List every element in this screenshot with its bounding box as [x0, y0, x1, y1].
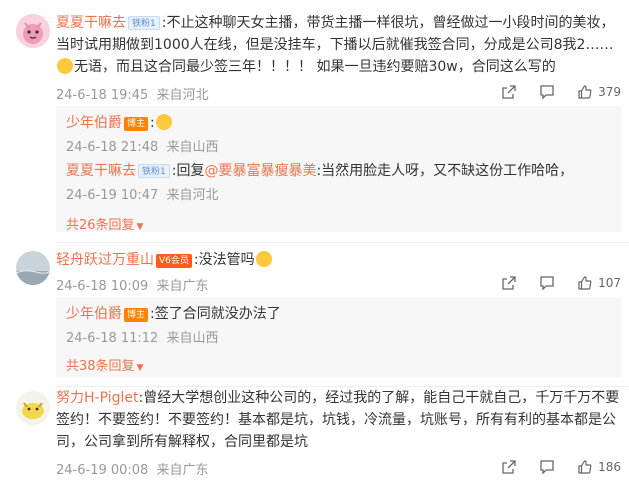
mention-link[interactable]: @要暴富暴瘦暴美	[204, 163, 316, 179]
comment-author[interactable]: 努力H-Piglet	[56, 390, 138, 406]
reply-body: :	[150, 115, 155, 131]
comment-body: :曾经大学想创业这种公司的，经过我的了解，能自己干就自己，千万千万不要签约！不要…	[56, 390, 620, 450]
comment-icon[interactable]	[539, 275, 555, 291]
caret-down-icon: ▼	[136, 222, 144, 232]
comment-item: 夏夏干嘛去 铁粉1:不止这种聊天女主播，带货主播一样很坑，曾经做过一小段时间的美妆…	[0, 0, 629, 233]
more-replies-label: 共26条回复	[66, 218, 135, 233]
fan-badge: 铁粉1	[128, 16, 160, 30]
thumbs-up-icon	[578, 85, 592, 99]
reply-body: :当然用脸走人呀，又不缺这份工作哈哈，	[316, 163, 574, 179]
like-button[interactable]: 186	[577, 459, 621, 475]
author-badge: 博主	[124, 117, 149, 131]
reply-item: 少年伯爵 博主:签了合同就没办法了 24-6-18 11:12 来自山西	[66, 303, 621, 346]
reply-location: 来自山西	[166, 140, 219, 155]
like-button[interactable]: 107	[577, 275, 621, 291]
comment-date: 24-6-18 19:45	[56, 88, 149, 103]
comment-meta: 24-6-18 19:45 来自河北	[56, 84, 209, 103]
comment-body: :没法管吗	[193, 252, 255, 268]
comment-location: 来自广东	[156, 463, 209, 478]
comment-icon[interactable]	[539, 84, 555, 100]
comment-date: 24-6-19 00:08	[56, 463, 149, 478]
caret-down-icon: ▼	[136, 363, 144, 373]
comment-actions: 107	[479, 275, 621, 291]
thumbs-up-icon	[578, 460, 592, 474]
comment-item: 努力H-Piglet:曾经大学想创业这种公司的，经过我的了解，能自己干就自己，千…	[0, 387, 629, 489]
reply-location: 来自河北	[166, 188, 219, 203]
reply-author[interactable]: 少年伯爵	[66, 115, 122, 131]
comment-date: 24-6-18 10:09	[56, 279, 149, 294]
comment-actions: 186	[479, 459, 621, 475]
comment-text: 夏夏干嘛去 铁粉1:不止这种聊天女主播，带货主播一样很坑，曾经做过一小段时间的美妆…	[56, 12, 621, 78]
reply-body: :签了合同就没办法了	[150, 306, 281, 322]
reply-location: 来自山西	[166, 331, 219, 346]
comment-location: 来自河北	[156, 88, 209, 103]
reply-item: 夏夏干嘛去 铁粉1:回复@要暴富暴瘦暴美:当然用脸走人呀，又不缺这份工作哈哈， 2…	[66, 160, 621, 203]
comment-text: 努力H-Piglet:曾经大学想创业这种公司的，经过我的了解，能自己干就自己，千…	[56, 387, 621, 453]
avatar[interactable]	[16, 391, 50, 425]
comment-author[interactable]: 夏夏干嘛去	[56, 15, 126, 31]
emoji-icon	[57, 58, 73, 74]
emoji-icon	[255, 251, 272, 267]
author-badge: 博主	[124, 308, 149, 322]
avatar[interactable]	[16, 14, 50, 48]
comment-body-tail: 无语，而且这合同最少签三年！！！！ 如果一旦违约要赔30w，合同这么写的	[74, 59, 556, 75]
reply-date: 24-6-18 21:48	[66, 140, 159, 155]
more-replies-link[interactable]: 共26条回复 ▼	[66, 214, 143, 233]
like-button[interactable]: 379	[577, 84, 621, 100]
like-count: 107	[598, 276, 621, 290]
like-count: 186	[598, 460, 621, 474]
more-replies-label: 共38条回复	[66, 359, 135, 374]
reply-date: 24-6-18 11:12	[66, 331, 159, 346]
reply-author[interactable]: 夏夏干嘛去	[66, 163, 136, 179]
like-count: 379	[598, 85, 621, 99]
reply-author[interactable]: 少年伯爵	[66, 306, 122, 322]
reply-date: 24-6-19 10:47	[66, 188, 159, 203]
vip-badge: V6会员	[156, 254, 192, 268]
comment-meta: 24-6-19 00:08 来自广东	[56, 459, 209, 478]
reply-box: 少年伯爵 博主:签了合同就没办法了 24-6-18 11:12 来自山西 共38条…	[56, 297, 621, 377]
share-icon[interactable]	[501, 459, 517, 475]
reply-item: 少年伯爵 博主: 24-6-18 21:48 来自山西	[66, 112, 621, 155]
comment-meta: 24-6-18 10:09 来自广东	[56, 275, 209, 294]
reply-prefix: :回复	[171, 163, 205, 179]
comment-actions: 379	[479, 84, 621, 100]
crying-emoji-icon	[155, 114, 172, 130]
reply-box: 少年伯爵 博主: 24-6-18 21:48 来自山西 夏夏干嘛去 铁粉1:回复@要…	[56, 106, 621, 233]
share-icon[interactable]	[501, 84, 517, 100]
thumbs-up-icon	[578, 276, 592, 290]
comment-icon[interactable]	[539, 459, 555, 475]
comment-author[interactable]: 轻舟跃过万重山	[56, 252, 154, 268]
more-replies-link[interactable]: 共38条回复 ▼	[66, 355, 143, 374]
fan-badge: 铁粉1	[138, 164, 170, 178]
comment-item: 轻舟跃过万重山 V6会员:没法管吗 24-6-18 10:09 来自广东 107 …	[0, 243, 629, 377]
avatar[interactable]	[16, 251, 50, 285]
share-icon[interactable]	[501, 275, 517, 291]
comment-location: 来自广东	[156, 279, 209, 294]
